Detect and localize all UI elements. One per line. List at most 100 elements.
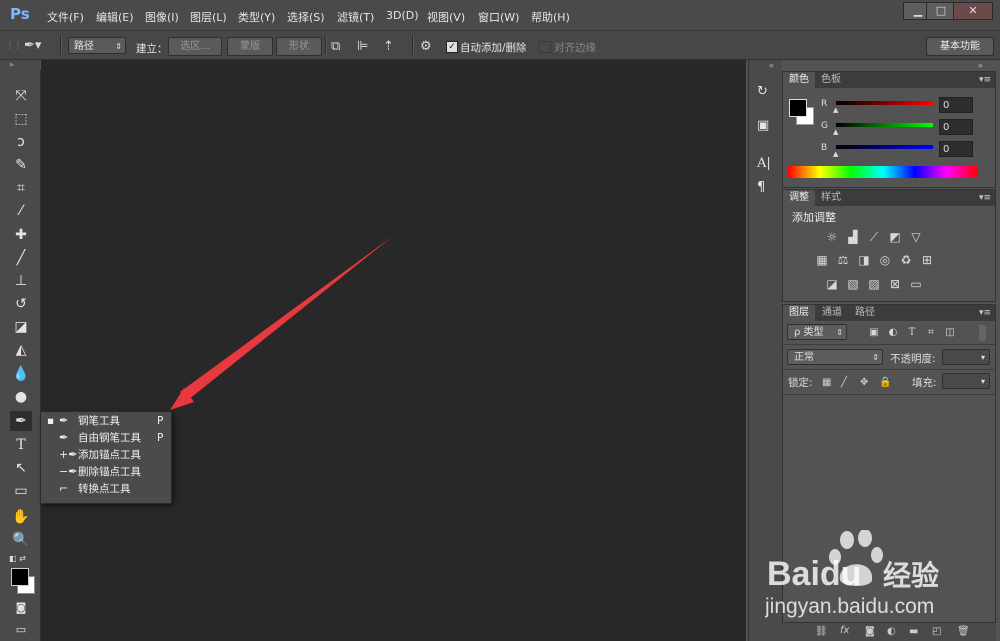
history-panel-icon[interactable]: ↻ — [757, 84, 768, 99]
tab-adjustments[interactable]: 调整 — [783, 190, 815, 206]
menu-layer[interactable]: 图层(L) — [190, 9, 227, 25]
gear-icon[interactable]: ⚙ — [420, 40, 432, 53]
layer-filter-select[interactable]: ρ 类型 ⇕ — [787, 324, 847, 340]
g-slider[interactable] — [836, 123, 933, 127]
tab-paths[interactable]: 路径 — [849, 305, 881, 321]
make-mask-button[interactable]: 蒙版 — [227, 37, 273, 56]
brightness-icon[interactable]: ☼ — [825, 231, 839, 243]
dodge-tool-icon[interactable]: ● — [10, 387, 32, 407]
quick-select-tool-icon[interactable]: ✎ — [10, 155, 32, 175]
vibrance-icon[interactable]: ▽ — [909, 231, 923, 243]
healing-brush-tool-icon[interactable]: ✚ — [10, 225, 32, 245]
filter-type-icon[interactable]: T — [905, 327, 919, 339]
flyout-item-pen[interactable]: ▪ ✒ 钢笔工具 P — [41, 413, 171, 429]
panel-menu-icon[interactable]: ▾≡ — [979, 72, 991, 88]
photo-filter-icon[interactable]: ◎ — [878, 254, 892, 266]
fill-field[interactable]: ▾ — [942, 373, 990, 389]
properties-panel-icon[interactable]: ▣ — [757, 118, 769, 133]
blur-tool-icon[interactable]: 💧 — [10, 364, 32, 384]
lock-position-icon[interactable]: ✥ — [860, 377, 868, 388]
menu-filter[interactable]: 滤镜(T) — [337, 9, 374, 25]
hand-tool-icon[interactable]: ✋ — [10, 507, 32, 527]
hue-saturation-icon[interactable]: ▦ — [815, 254, 829, 266]
make-shape-button[interactable]: 形状 — [276, 37, 322, 56]
slider-handle-icon[interactable]: ▲ — [833, 106, 838, 114]
tab-color[interactable]: 颜色 — [783, 72, 815, 88]
align-edges-checkbox[interactable] — [539, 41, 551, 53]
flyout-item-convert-point[interactable]: ⌐ 转换点工具 — [41, 481, 171, 497]
filter-pixel-icon[interactable]: ▣ — [867, 327, 881, 339]
filter-smart-object-icon[interactable]: ◫ — [943, 327, 957, 339]
channel-mixer-icon[interactable]: ♻ — [899, 254, 913, 266]
panel-menu-icon[interactable]: ▾≡ — [979, 305, 991, 321]
lock-all-icon[interactable]: 🔒 — [879, 377, 891, 388]
r-slider[interactable] — [836, 101, 933, 105]
path-alignment-icon[interactable]: ⊫ — [357, 40, 368, 53]
selective-color-icon[interactable]: ⊠ — [888, 278, 902, 290]
tool-mode-select[interactable]: 路径 ⇕ — [68, 37, 126, 54]
workspace-button[interactable]: 基本功能 — [926, 37, 994, 56]
document-canvas[interactable] — [41, 60, 746, 641]
invert-icon[interactable]: ◪ — [825, 278, 839, 290]
foreground-color-swatch[interactable] — [11, 568, 29, 586]
lasso-tool-icon[interactable]: ↄ — [10, 132, 32, 152]
character-panel-icon[interactable]: A| — [757, 156, 771, 171]
screen-mode-icon[interactable]: ▭ — [10, 620, 32, 640]
menu-3d[interactable]: 3D(D) — [386, 9, 419, 22]
posterize-icon[interactable]: ▧ — [846, 278, 860, 290]
collapse-icon[interactable]: « — [769, 61, 774, 70]
g-value-field[interactable]: 0 — [939, 119, 973, 135]
quick-mask-icon[interactable]: ◙ — [10, 598, 32, 618]
clone-stamp-tool-icon[interactable]: ⊥ — [10, 271, 32, 291]
panel-menu-icon[interactable]: ▾≡ — [979, 190, 991, 206]
exposure-icon[interactable]: ◩ — [888, 231, 902, 243]
lock-transparent-icon[interactable]: ▦ — [822, 377, 831, 388]
menu-type[interactable]: 类型(Y) — [238, 9, 275, 25]
filter-toggle[interactable] — [979, 325, 986, 341]
dock-collapse-icon[interactable]: » — [978, 61, 983, 70]
menu-file[interactable]: 文件(F) — [47, 9, 84, 25]
menu-view[interactable]: 视图(V) — [427, 9, 465, 25]
pen-tool-preset-icon[interactable]: ✒▾ — [24, 39, 41, 52]
menu-window[interactable]: 窗口(W) — [478, 9, 519, 25]
menu-help[interactable]: 帮助(H) — [531, 9, 570, 25]
menu-edit[interactable]: 编辑(E) — [96, 9, 134, 25]
make-selection-button[interactable]: 选区... — [168, 37, 222, 56]
type-tool-icon[interactable]: T — [10, 435, 32, 455]
menu-image[interactable]: 图像(I) — [145, 9, 179, 25]
gradient-map-icon[interactable]: ▭ — [909, 278, 923, 290]
r-value-field[interactable]: 0 — [939, 97, 973, 113]
b-slider[interactable] — [836, 145, 933, 149]
expand-icon[interactable]: » — [9, 60, 14, 69]
path-arrangement-icon[interactable]: ⇡ — [383, 40, 394, 53]
slider-handle-icon[interactable]: ▲ — [833, 150, 838, 158]
flyout-item-delete-anchor[interactable]: −✒ 删除锚点工具 — [41, 464, 171, 480]
auto-add-delete-checkbox[interactable]: ✓ — [446, 41, 458, 53]
eyedropper-tool-icon[interactable]: ⁄ — [10, 201, 32, 221]
menu-select[interactable]: 选择(S) — [287, 9, 325, 25]
tab-channels[interactable]: 通道 — [816, 305, 848, 321]
crop-tool-icon[interactable]: ⌗ — [10, 178, 32, 198]
color-lookup-icon[interactable]: ⊞ — [920, 254, 934, 266]
default-colors-icon[interactable]: ◧ ⇄ — [9, 554, 26, 563]
color-balance-icon[interactable]: ⚖ — [836, 254, 850, 266]
slider-handle-icon[interactable]: ▲ — [833, 128, 838, 136]
eraser-tool-icon[interactable]: ◪ — [10, 317, 32, 337]
close-button[interactable]: ✕ — [953, 2, 993, 20]
threshold-icon[interactable]: ▨ — [867, 278, 881, 290]
black-white-icon[interactable]: ◨ — [857, 254, 871, 266]
flyout-item-add-anchor[interactable]: +✒ 添加锚点工具 — [41, 447, 171, 463]
opacity-field[interactable]: ▾ — [942, 349, 990, 365]
b-value-field[interactable]: 0 — [939, 141, 973, 157]
flyout-item-freeform-pen[interactable]: ✒ 自由钢笔工具 P — [41, 430, 171, 446]
curves-icon[interactable]: ⟋ — [867, 231, 881, 243]
paragraph-panel-icon[interactable]: ¶ — [757, 180, 765, 195]
maximize-button[interactable]: □ — [926, 2, 956, 20]
filter-shape-icon[interactable]: ⌗ — [924, 327, 938, 339]
path-operations-icon[interactable]: ⧉ — [331, 40, 340, 53]
filter-adjustment-icon[interactable]: ◐ — [886, 327, 900, 339]
brush-tool-icon[interactable]: ╱ — [10, 248, 32, 268]
tab-styles[interactable]: 样式 — [815, 190, 847, 206]
history-brush-tool-icon[interactable]: ↺ — [10, 294, 32, 314]
color-spectrum[interactable] — [788, 166, 978, 178]
